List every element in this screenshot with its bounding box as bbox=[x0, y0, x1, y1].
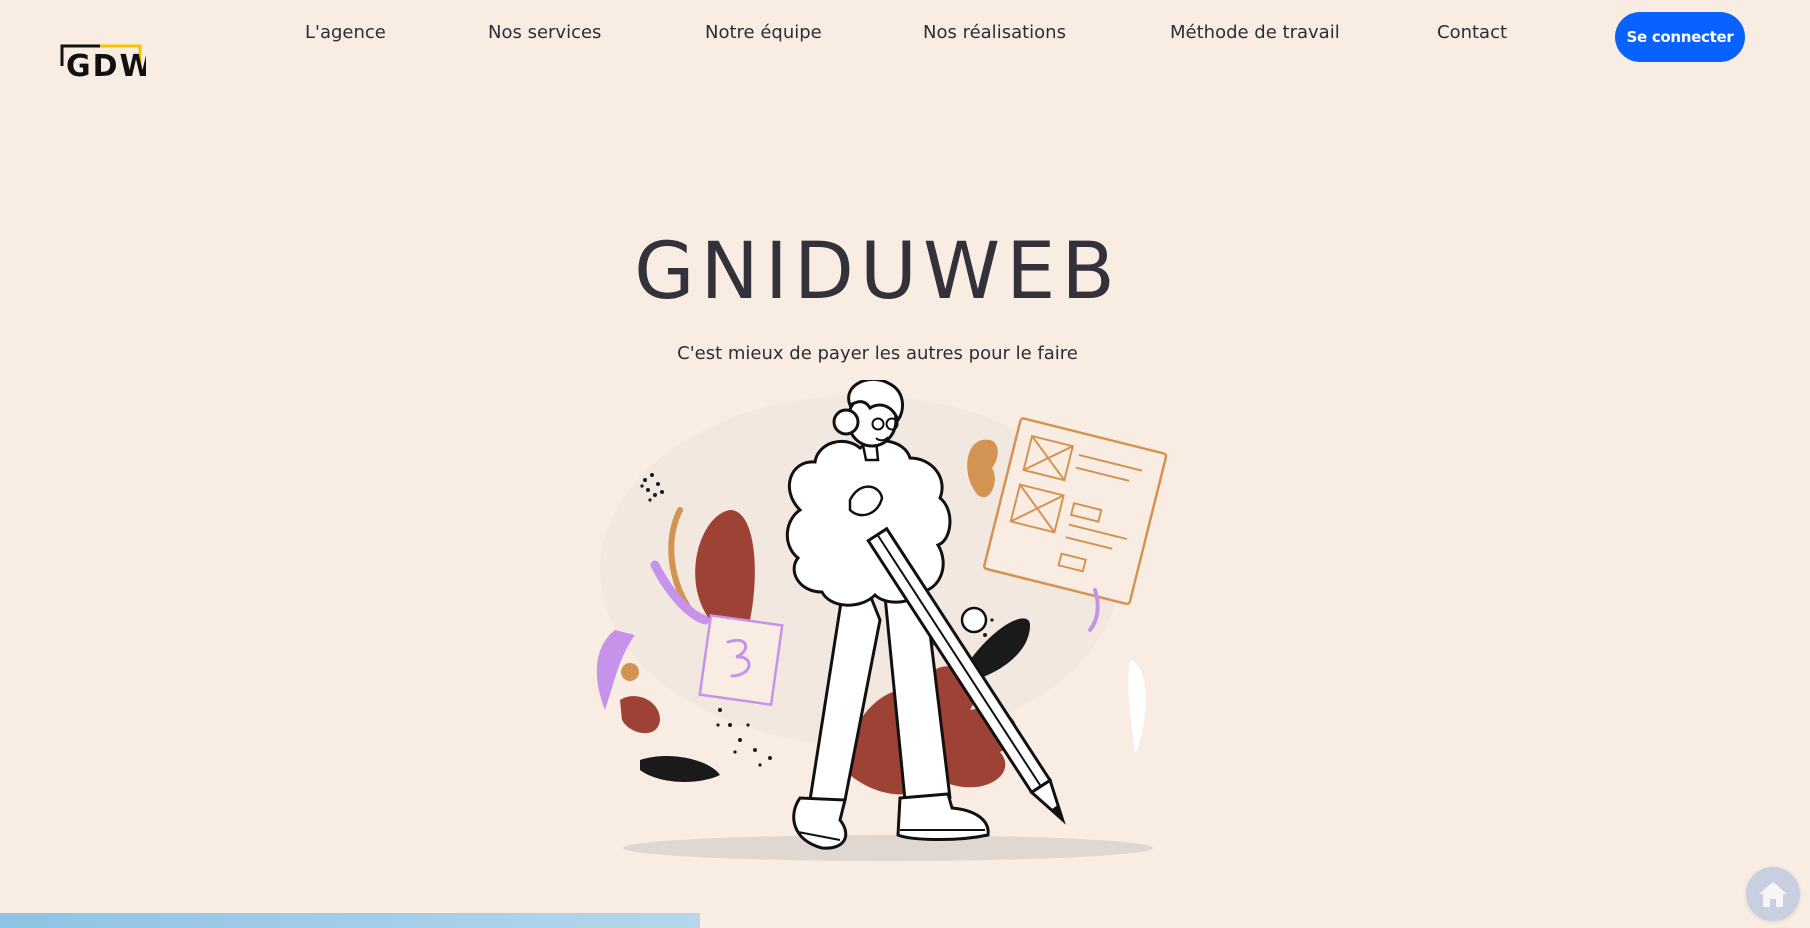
hero-title: GNIDUWEB bbox=[634, 227, 1121, 317]
site-header: GDW L'agence Nos services Notre équipe N… bbox=[0, 0, 1810, 84]
home-button[interactable] bbox=[1746, 867, 1800, 921]
login-button[interactable]: Se connecter bbox=[1615, 12, 1745, 62]
nav-item-agence[interactable]: L'agence bbox=[305, 21, 386, 45]
nav-item-methode[interactable]: Méthode de travail bbox=[1170, 21, 1340, 45]
hero-subtitle: C'est mieux de payer les autres pour le … bbox=[677, 343, 1078, 364]
main-nav: L'agence Nos services Notre équipe Nos r… bbox=[0, 0, 1810, 66]
nav-item-equipe[interactable]: Notre équipe bbox=[705, 21, 822, 45]
home-icon bbox=[1759, 882, 1787, 907]
next-section-image-edge bbox=[0, 913, 700, 928]
hero-illustration bbox=[560, 378, 1200, 865]
woman-with-pencil-illustration bbox=[596, 378, 1168, 861]
nav-item-realisations[interactable]: Nos réalisations bbox=[923, 21, 1066, 45]
nav-item-services[interactable]: Nos services bbox=[488, 21, 601, 45]
nav-item-contact[interactable]: Contact bbox=[1437, 21, 1507, 45]
